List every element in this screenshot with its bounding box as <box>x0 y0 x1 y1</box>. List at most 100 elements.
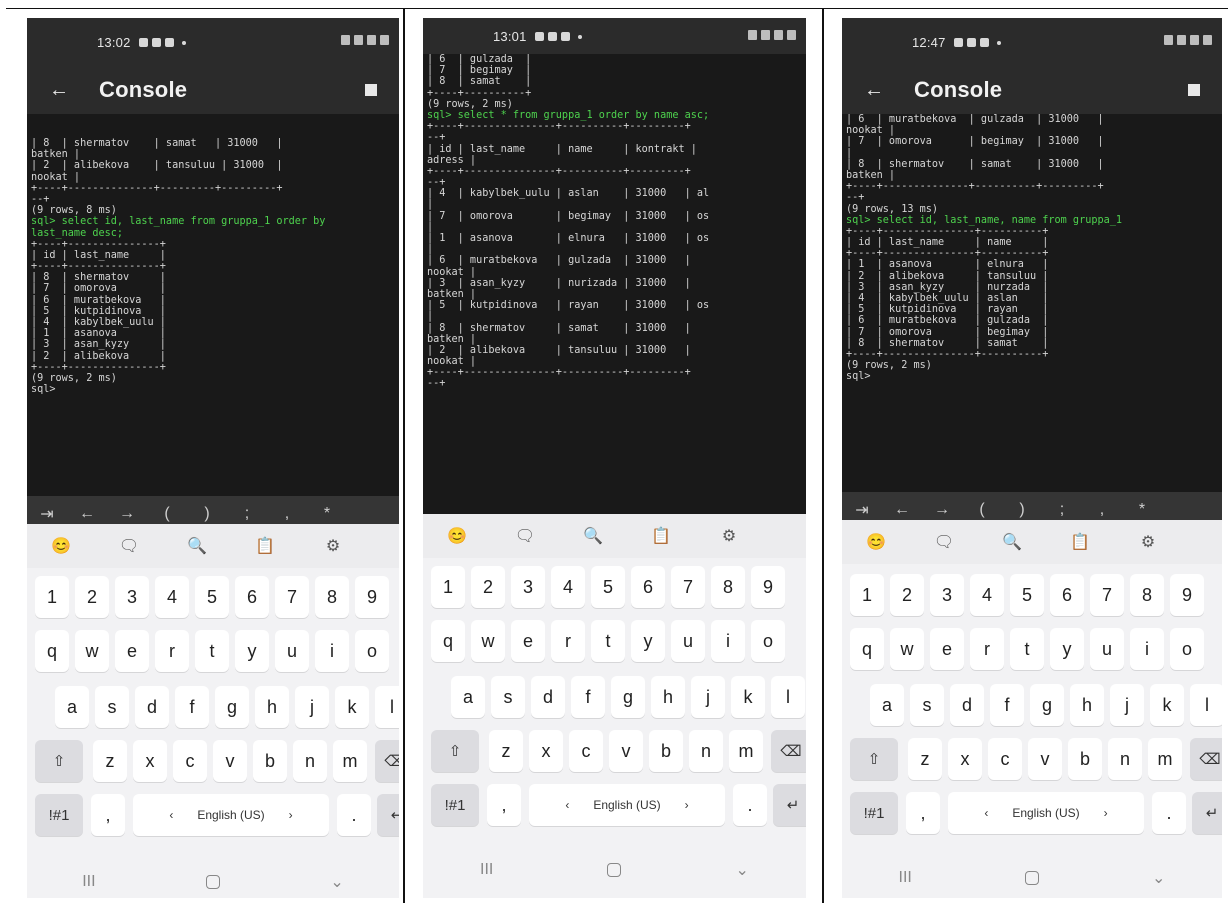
key-o[interactable]: o <box>1170 628 1204 670</box>
key-6[interactable]: 6 <box>235 576 269 618</box>
key-g[interactable]: g <box>215 686 249 728</box>
key-1[interactable]: 1 <box>850 574 884 616</box>
key-6[interactable]: 6 <box>631 566 665 608</box>
key-e[interactable]: e <box>115 630 149 672</box>
key-3[interactable]: 3 <box>511 566 545 608</box>
shift-key[interactable]: ⇧ <box>431 730 479 772</box>
symbols-key[interactable]: !#1 <box>35 794 83 836</box>
key-e[interactable]: e <box>930 628 964 670</box>
key-s[interactable]: s <box>95 686 129 728</box>
key-7[interactable]: 7 <box>1090 574 1124 616</box>
key-9[interactable]: 9 <box>751 566 785 608</box>
back-arrow-icon[interactable]: ← <box>864 79 886 102</box>
key-8[interactable]: 8 <box>315 576 349 618</box>
key-v[interactable]: v <box>609 730 643 772</box>
extra-key[interactable]: ← <box>67 505 107 523</box>
key-4[interactable]: 4 <box>970 574 1004 616</box>
extra-key[interactable]: ( <box>962 501 1002 519</box>
recents-button[interactable]: III <box>480 861 493 879</box>
keyboard-tool-icon[interactable]: 🗨 <box>491 526 559 546</box>
key-5[interactable]: 5 <box>1010 574 1044 616</box>
key-y[interactable]: y <box>1050 628 1084 670</box>
key-y[interactable]: y <box>235 630 269 672</box>
key-n[interactable]: n <box>293 740 327 782</box>
key-m[interactable]: m <box>729 730 763 772</box>
keyboard-tool-icon[interactable]: 🔍 <box>163 536 231 556</box>
extra-key[interactable]: → <box>922 501 962 519</box>
nav-back-button[interactable]: ⌄ <box>736 860 749 880</box>
key-2[interactable]: 2 <box>471 566 505 608</box>
key-r[interactable]: r <box>970 628 1004 670</box>
comma-key[interactable]: , <box>91 794 125 836</box>
key-3[interactable]: 3 <box>115 576 149 618</box>
key-f[interactable]: f <box>571 676 605 718</box>
key-b[interactable]: b <box>649 730 683 772</box>
console-output[interactable]: | 8 | shermatov | samat | 31000 | batken … <box>27 114 399 496</box>
shift-key[interactable]: ⇧ <box>850 738 898 780</box>
keyboard-tool-icon[interactable]: 😊 <box>27 536 95 556</box>
backspace-key[interactable]: ⌫ <box>771 730 806 772</box>
extra-key[interactable]: ( <box>147 505 187 523</box>
key-n[interactable]: n <box>1108 738 1142 780</box>
keyboard-tool-icon[interactable]: ⚙ <box>299 536 367 556</box>
key-u[interactable]: u <box>671 620 705 662</box>
recents-button[interactable]: III <box>899 869 912 887</box>
key-k[interactable]: k <box>335 686 369 728</box>
extra-key[interactable]: ← <box>882 501 922 519</box>
shift-key[interactable]: ⇧ <box>35 740 83 782</box>
key-i[interactable]: i <box>315 630 349 672</box>
key-a[interactable]: a <box>55 686 89 728</box>
keyboard-tool-icon[interactable]: ⚙ <box>695 526 763 546</box>
key-5[interactable]: 5 <box>195 576 229 618</box>
console-output[interactable]: | 6 | muratbekova | gulzada | 31000 | noo… <box>842 114 1222 492</box>
key-g[interactable]: g <box>611 676 645 718</box>
keyboard-tool-icon[interactable]: 😊 <box>423 526 491 546</box>
keyboard-tool-icon[interactable]: 🗨 <box>95 536 163 556</box>
keyboard-tool-icon[interactable]: 🔍 <box>559 526 627 546</box>
key-t[interactable]: t <box>591 620 625 662</box>
key-o[interactable]: o <box>751 620 785 662</box>
stop-icon[interactable] <box>365 84 377 96</box>
key-q[interactable]: q <box>431 620 465 662</box>
key-k[interactable]: k <box>1150 684 1184 726</box>
key-x[interactable]: x <box>529 730 563 772</box>
key-v[interactable]: v <box>1028 738 1062 780</box>
key-7[interactable]: 7 <box>275 576 309 618</box>
key-m[interactable]: m <box>1148 738 1182 780</box>
key-x[interactable]: x <box>948 738 982 780</box>
keyboard-tool-icon[interactable]: 📋 <box>1046 532 1114 552</box>
key-j[interactable]: j <box>295 686 329 728</box>
extra-key[interactable]: ; <box>227 505 267 523</box>
keyboard-tool-icon[interactable]: 🔍 <box>978 532 1046 552</box>
space-key[interactable]: ‹ English (US) › <box>529 784 725 826</box>
keyboard-tool-icon[interactable]: 😊 <box>842 532 910 552</box>
key-2[interactable]: 2 <box>890 574 924 616</box>
key-8[interactable]: 8 <box>1130 574 1164 616</box>
key-4[interactable]: 4 <box>155 576 189 618</box>
key-e[interactable]: e <box>511 620 545 662</box>
key-3[interactable]: 3 <box>930 574 964 616</box>
key-7[interactable]: 7 <box>671 566 705 608</box>
enter-key[interactable]: ↵ <box>1192 792 1222 834</box>
stop-icon[interactable] <box>1188 84 1200 96</box>
home-icon[interactable] <box>1024 871 1039 885</box>
key-d[interactable]: d <box>950 684 984 726</box>
key-x[interactable]: x <box>133 740 167 782</box>
backspace-key[interactable]: ⌫ <box>375 740 399 782</box>
keyboard-tool-icon[interactable]: ⚙ <box>1114 532 1182 552</box>
extra-key[interactable]: → <box>107 505 147 523</box>
key-2[interactable]: 2 <box>75 576 109 618</box>
extra-key[interactable]: * <box>1122 501 1162 519</box>
key-1[interactable]: 1 <box>431 566 465 608</box>
home-icon[interactable] <box>607 863 622 877</box>
recents-button[interactable]: III <box>82 873 95 891</box>
period-key[interactable]: . <box>1152 792 1186 834</box>
key-r[interactable]: r <box>551 620 585 662</box>
extra-key[interactable]: , <box>267 505 307 523</box>
keyboard-tool-icon[interactable]: 📋 <box>231 536 299 556</box>
key-d[interactable]: d <box>135 686 169 728</box>
key-k[interactable]: k <box>731 676 765 718</box>
key-l[interactable]: l <box>1190 684 1222 726</box>
symbols-key[interactable]: !#1 <box>850 792 898 834</box>
extra-key[interactable]: ; <box>1042 501 1082 519</box>
